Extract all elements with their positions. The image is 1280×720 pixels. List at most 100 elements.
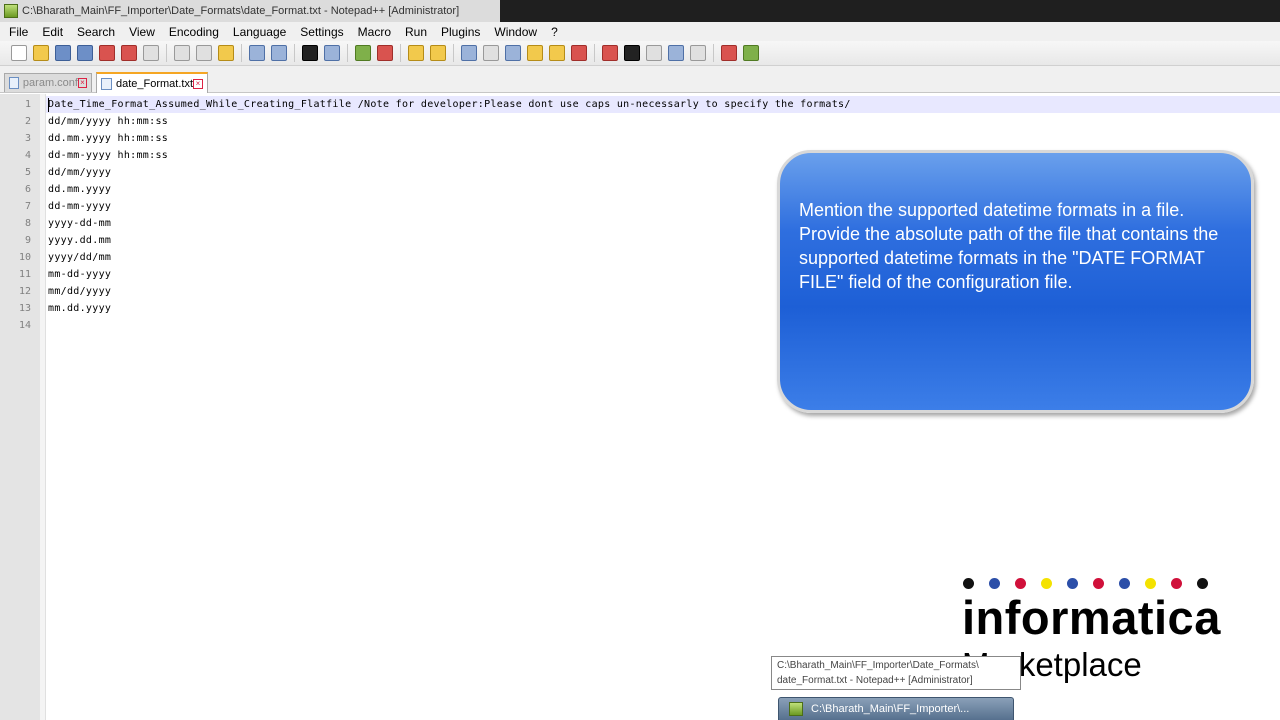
toolbar-separator bbox=[453, 44, 454, 62]
callout-paragraph: Provide the absolute path of the file th… bbox=[799, 224, 1219, 292]
word-wrap-icon[interactable] bbox=[461, 45, 477, 61]
logo-dot bbox=[1119, 578, 1130, 589]
close-file-icon[interactable] bbox=[99, 45, 115, 61]
taskbar-tooltip: C:\Bharath_Main\FF_Importer\Date_Formats… bbox=[771, 656, 1021, 690]
line-number: 1 bbox=[24, 99, 31, 110]
copy-icon[interactable] bbox=[196, 45, 212, 61]
menu-edit[interactable]: Edit bbox=[35, 25, 70, 39]
line-text: dd/mm/yyyy hh:mm:ss bbox=[48, 116, 169, 127]
replace-icon[interactable] bbox=[324, 45, 340, 61]
line-number: 6 bbox=[24, 184, 31, 195]
callout-text: Mention the supported datetime formats i… bbox=[799, 198, 1239, 294]
logo-dot bbox=[1093, 578, 1104, 589]
notepad-plus-plus-icon bbox=[789, 702, 803, 716]
menu-language[interactable]: Language bbox=[226, 25, 293, 39]
line-number: 11 bbox=[18, 269, 31, 280]
line-number: 5 bbox=[24, 167, 31, 178]
print-icon[interactable] bbox=[143, 45, 159, 61]
indent-guide-icon[interactable] bbox=[505, 45, 521, 61]
file-icon bbox=[9, 77, 19, 89]
function-list-icon[interactable] bbox=[571, 45, 587, 61]
toolbar-separator bbox=[347, 44, 348, 62]
editor-line[interactable]: 3 dd.mm.yyyy hh:mm:ss bbox=[0, 130, 1280, 147]
close-all-icon[interactable] bbox=[121, 45, 137, 61]
line-text: yyyy-dd-mm bbox=[48, 218, 112, 229]
line-text: dd-mm-yyyy bbox=[48, 201, 112, 212]
editor-line[interactable]: 1 Date_Time_Format_Assumed_While_Creating… bbox=[0, 96, 1280, 113]
show-all-characters-icon[interactable] bbox=[483, 45, 499, 61]
taskbar-notepad-button[interactable]: C:\Bharath_Main\FF_Importer\... bbox=[778, 697, 1014, 720]
new-file-icon[interactable] bbox=[11, 45, 27, 61]
line-number: 4 bbox=[24, 150, 31, 161]
find-icon[interactable] bbox=[302, 45, 318, 61]
tooltip-line: C:\Bharath_Main\FF_Importer\Date_Formats… bbox=[777, 660, 979, 671]
save-macro-icon[interactable] bbox=[690, 45, 706, 61]
tab-label: param.conf bbox=[22, 77, 78, 89]
menu-macro[interactable]: Macro bbox=[351, 25, 398, 39]
menu-run[interactable]: Run bbox=[398, 25, 434, 39]
menu-window[interactable]: Window bbox=[487, 25, 544, 39]
menu-plugins[interactable]: Plugins bbox=[434, 25, 487, 39]
cut-icon[interactable] bbox=[174, 45, 190, 61]
menu-help[interactable]: ? bbox=[544, 25, 565, 39]
save-icon[interactable] bbox=[55, 45, 71, 61]
logo-dot bbox=[1171, 578, 1182, 589]
line-text: dd.mm.yyyy hh:mm:ss bbox=[48, 133, 169, 144]
sync-horizontal-icon[interactable] bbox=[430, 45, 446, 61]
zoom-in-icon[interactable] bbox=[355, 45, 371, 61]
menu-encoding[interactable]: Encoding bbox=[162, 25, 226, 39]
close-icon[interactable]: × bbox=[77, 78, 87, 88]
toolbar-separator bbox=[400, 44, 401, 62]
run-macro-multiple-icon[interactable] bbox=[668, 45, 684, 61]
toolbar-separator bbox=[294, 44, 295, 62]
zoom-out-icon[interactable] bbox=[377, 45, 393, 61]
paste-icon[interactable] bbox=[218, 45, 234, 61]
save-all-icon[interactable] bbox=[77, 45, 93, 61]
menu-search[interactable]: Search bbox=[70, 25, 122, 39]
taskbar-button-label: C:\Bharath_Main\FF_Importer\... bbox=[811, 703, 970, 715]
line-text: mm/dd/yyyy bbox=[48, 286, 112, 297]
menu-view[interactable]: View bbox=[122, 25, 162, 39]
user-language-icon[interactable] bbox=[527, 45, 543, 61]
document-map-icon[interactable] bbox=[549, 45, 565, 61]
editor-line[interactable]: 2 dd/mm/yyyy hh:mm:ss bbox=[0, 113, 1280, 130]
menu-file[interactable]: File bbox=[2, 25, 35, 39]
logo-dot bbox=[1145, 578, 1156, 589]
line-text: mm.dd.yyyy bbox=[48, 303, 112, 314]
logo-dot bbox=[963, 578, 974, 589]
toolbar-separator bbox=[594, 44, 595, 62]
line-text: mm-dd-yyyy bbox=[48, 269, 112, 280]
logo-informatica: informatica bbox=[962, 591, 1221, 644]
tooltip-line: date_Format.txt - Notepad++ [Administrat… bbox=[777, 675, 973, 686]
toolbar-separator bbox=[713, 44, 714, 62]
sync-vertical-icon[interactable] bbox=[408, 45, 424, 61]
title-bar: C:\Bharath_Main\FF_Importer\Date_Formats… bbox=[0, 0, 1280, 22]
tab-label: date_Format.txt bbox=[115, 77, 194, 90]
tab-param-conf[interactable]: param.conf × bbox=[4, 73, 92, 92]
callout-paragraph: Mention the supported datetime formats i… bbox=[799, 200, 1185, 220]
logo-dot bbox=[1067, 578, 1078, 589]
logo-dot bbox=[1041, 578, 1052, 589]
toolbar-separator bbox=[241, 44, 242, 62]
record-macro-icon[interactable] bbox=[602, 45, 618, 61]
plugin-icon[interactable] bbox=[743, 45, 759, 61]
line-number: 13 bbox=[18, 303, 31, 314]
redo-icon[interactable] bbox=[271, 45, 287, 61]
toolbar-separator bbox=[166, 44, 167, 62]
toolbar bbox=[0, 41, 1280, 66]
menu-settings[interactable]: Settings bbox=[293, 25, 350, 39]
line-number: 7 bbox=[24, 201, 31, 212]
line-text: dd-mm-yyyy hh:mm:ss bbox=[48, 150, 169, 161]
logo-dot bbox=[989, 578, 1000, 589]
line-text: dd/mm/yyyy bbox=[48, 167, 112, 178]
open-file-icon[interactable] bbox=[33, 45, 49, 61]
undo-icon[interactable] bbox=[249, 45, 265, 61]
tab-date-format-txt[interactable]: date_Format.txt × bbox=[96, 72, 208, 93]
play-macro-icon[interactable] bbox=[646, 45, 662, 61]
line-number: 8 bbox=[24, 218, 31, 229]
close-icon[interactable]: × bbox=[193, 78, 203, 89]
line-text: dd.mm.yyyy bbox=[48, 184, 112, 195]
stop-macro-icon[interactable] bbox=[624, 45, 640, 61]
spell-check-icon[interactable] bbox=[721, 45, 737, 61]
window-title: C:\Bharath_Main\FF_Importer\Date_Formats… bbox=[22, 5, 460, 17]
